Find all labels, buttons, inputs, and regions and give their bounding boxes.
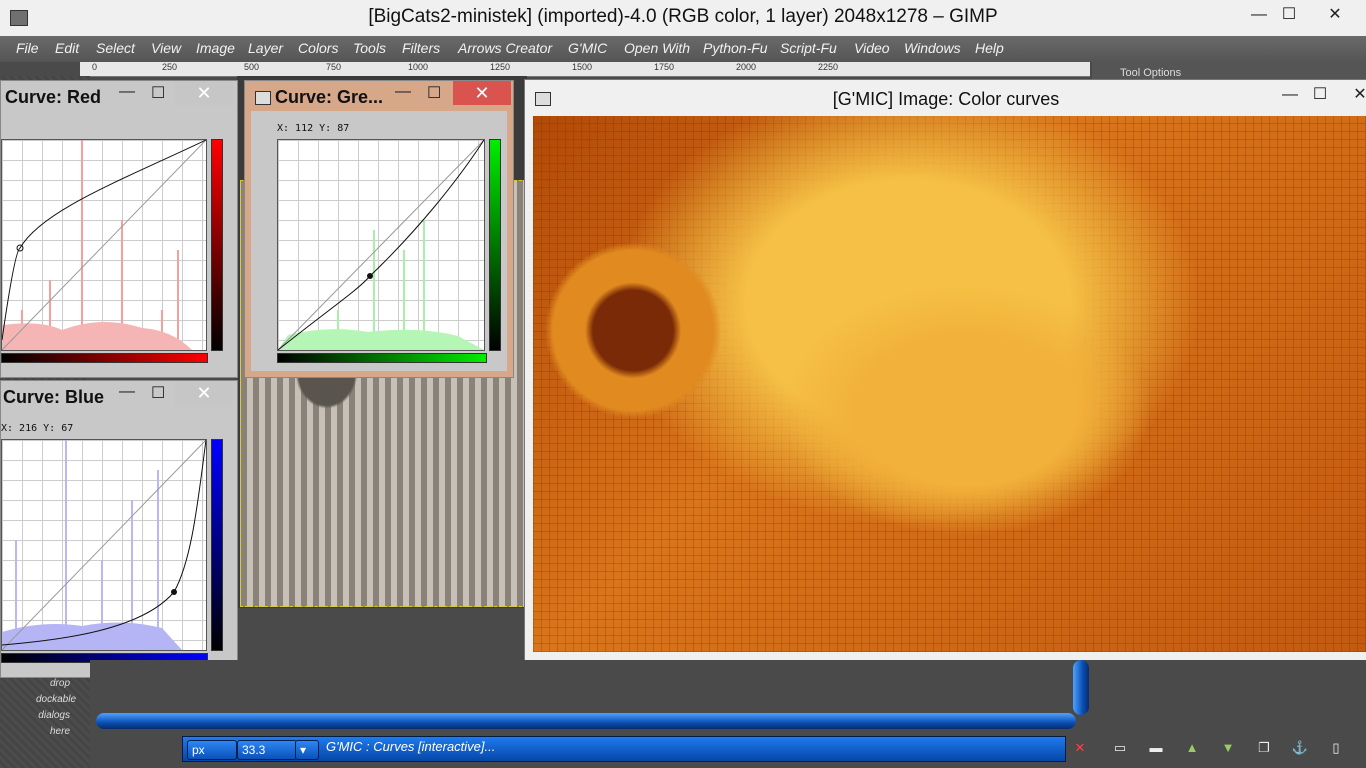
delete-layer-icon[interactable]: ▯ <box>1326 740 1346 756</box>
horizontal-ruler: 0 250 500 750 1000 1250 1500 1750 2000 2… <box>80 62 1090 77</box>
menu-gmic[interactable]: G'MIC <box>568 40 607 56</box>
panel-title: Curve: Red <box>5 87 102 107</box>
menu-arrows-creator[interactable]: Arrows Creator <box>458 40 552 56</box>
menu-help[interactable]: Help <box>975 40 1004 56</box>
curve-blue-panel: Curve: Blue — ☐ ✕ X: 216 Y: 67 <box>0 380 238 678</box>
menu-image[interactable]: Image <box>196 40 235 56</box>
ruler-tick: 1500 <box>572 62 593 72</box>
tool-options-label: Tool Options <box>1120 67 1182 79</box>
unit-select[interactable]: px <box>187 740 237 760</box>
ruler-tick: 1250 <box>490 62 511 72</box>
panel-icon <box>255 91 271 105</box>
ruler-tick: 1750 <box>654 62 675 72</box>
new-layer-icon[interactable]: ▭ <box>1110 740 1130 756</box>
raise-layer-icon[interactable]: ▲ <box>1182 740 1202 755</box>
green-horizontal-gradient <box>277 353 487 363</box>
cursor-coords: X: 112 Y: 87 <box>277 123 350 134</box>
duplicate-layer-icon[interactable]: ❐ <box>1254 740 1274 756</box>
ruler-tick: 2000 <box>736 62 757 72</box>
close-button[interactable]: ✕ <box>175 81 233 105</box>
curve-graph[interactable] <box>1 439 207 651</box>
menu-open-with[interactable]: Open With <box>624 40 690 56</box>
panel-title: Curve: Blue <box>3 387 105 407</box>
new-group-icon[interactable]: ▬ <box>1146 740 1166 755</box>
window-title: [BigCats2-ministek] (imported)-4.0 (RGB … <box>368 6 998 27</box>
ruler-tick: 500 <box>244 62 260 72</box>
zoom-dropdown[interactable]: ▾ <box>295 740 319 760</box>
red-horizontal-gradient <box>1 353 208 363</box>
anchor-layer-icon[interactable]: ⚓ <box>1290 740 1310 756</box>
maximize-button[interactable]: ☐ <box>151 383 165 403</box>
maximize-button[interactable]: ☐ <box>1274 4 1304 24</box>
menu-video[interactable]: Video <box>854 40 890 56</box>
main-titlebar: [BigCats2-ministek] (imported)-4.0 (RGB … <box>0 0 1366 36</box>
maximize-button[interactable]: ☐ <box>151 83 165 103</box>
zoom-input[interactable]: 33.3 <box>237 740 297 760</box>
ruler-tick: 0 <box>92 62 98 72</box>
menu-script-fu[interactable]: Script-Fu <box>780 40 837 56</box>
ruler-tick: 2250 <box>818 62 839 72</box>
dock-hint-line: here <box>49 726 70 737</box>
close-button[interactable]: ✕ <box>453 81 511 105</box>
dock-hint-line: drop <box>49 678 70 689</box>
status-message: G'MIC : Curves [interactive]... <box>326 739 496 754</box>
vertical-scrollbar[interactable] <box>1073 660 1089 715</box>
close-button[interactable]: ✕ <box>1345 84 1366 104</box>
minimize-button[interactable]: — <box>1244 6 1274 24</box>
menu-windows[interactable]: Windows <box>904 40 961 56</box>
ruler-tick: 250 <box>162 62 178 72</box>
curve-graph[interactable] <box>277 139 485 351</box>
menu-python-fu[interactable]: Python-Fu <box>703 40 768 56</box>
blue-vertical-gradient <box>211 439 223 651</box>
curve-red-panel: Curve: Red — ☐ ✕ <box>0 80 238 378</box>
menu-view[interactable]: View <box>151 40 181 56</box>
dock-hint-line: dockable <box>36 694 77 705</box>
minimize-button[interactable]: — <box>119 83 135 101</box>
menu-file[interactable]: File <box>16 40 39 56</box>
minimize-button[interactable]: — <box>1275 86 1305 104</box>
red-vertical-gradient <box>211 139 223 351</box>
menu-filters[interactable]: Filters <box>402 40 440 56</box>
ruler-tick: 750 <box>326 62 342 72</box>
cursor-coords: X: 216 Y: 67 <box>1 423 74 434</box>
dock-drop-hint: drop dockable dialogs here <box>36 676 77 740</box>
menu-select[interactable]: Select <box>96 40 135 56</box>
statusbar: px 33.3 ▾ <box>182 736 1066 762</box>
gmic-preview-window: [G'MIC] Image: Color curves — ☐ ✕ <box>524 79 1366 661</box>
menubar: File Edit Select View Image Layer Colors… <box>0 36 1366 62</box>
leopard-preview-image <box>533 116 1366 652</box>
curve-graph[interactable] <box>1 139 207 351</box>
curve-green-panel: Curve: Gre... — ☐ ✕ X: 112 Y: 87 <box>244 80 514 378</box>
menu-tools[interactable]: Tools <box>353 40 386 56</box>
close-button[interactable]: ✕ <box>1320 4 1350 24</box>
menu-colors[interactable]: Colors <box>298 40 338 56</box>
lower-layer-icon[interactable]: ▼ <box>1218 740 1238 755</box>
gmic-window-title: [G'MIC] Image: Color curves <box>832 89 1060 109</box>
menu-edit[interactable]: Edit <box>55 40 79 56</box>
close-button[interactable]: ✕ <box>175 381 233 405</box>
minimize-button[interactable]: — <box>395 83 411 101</box>
maximize-button[interactable]: ☐ <box>427 83 441 103</box>
ruler-tick: 1000 <box>408 62 429 72</box>
panel-title: Curve: Gre... <box>275 87 384 107</box>
maximize-button[interactable]: ☐ <box>1305 84 1335 104</box>
minimize-button[interactable]: — <box>119 383 135 401</box>
cancel-icon[interactable]: ✕ <box>1070 740 1090 756</box>
dock-hint-line: dialogs <box>38 710 70 721</box>
horizontal-scrollbar[interactable] <box>96 713 1076 729</box>
menu-layer[interactable]: Layer <box>248 40 283 56</box>
green-vertical-gradient <box>489 139 501 351</box>
